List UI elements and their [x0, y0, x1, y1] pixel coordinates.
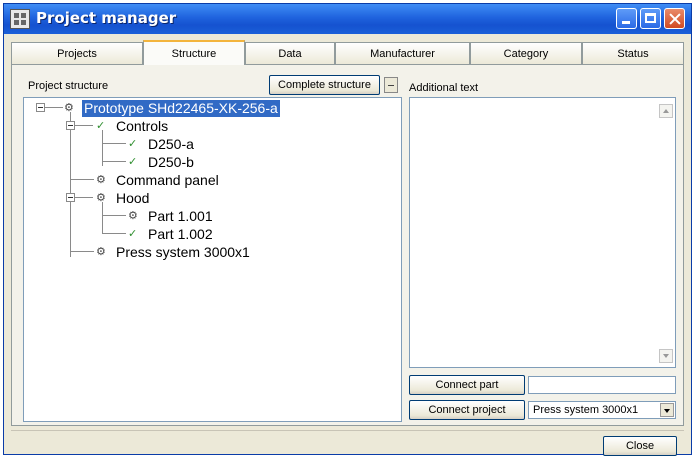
tree-connector [70, 251, 94, 252]
tree-node-d250-b[interactable]: D250-b [148, 154, 194, 171]
tree-connector [45, 107, 63, 108]
gear-icon: ⚙ [96, 191, 106, 204]
gear-icon: ⚙ [128, 209, 138, 222]
hood-expander[interactable] [66, 193, 75, 202]
window-title: Project manager [36, 9, 177, 27]
connect-project-value: Press system 3000x1 [533, 404, 639, 416]
tab-category[interactable]: Category [470, 42, 582, 64]
tab-structure[interactable]: Structure [143, 40, 245, 65]
tab-bar: Projects Structure Data Manufacturer Cat… [11, 40, 684, 65]
additional-text-area[interactable] [409, 97, 676, 368]
tree-connector [70, 179, 94, 180]
controls-expander[interactable] [66, 121, 75, 130]
scroll-down-button[interactable] [659, 349, 673, 363]
tree-node-part-1002[interactable]: Part 1.002 [148, 226, 213, 243]
check-icon: ✓ [128, 227, 138, 240]
app-icon [10, 9, 30, 29]
maximize-button[interactable] [640, 8, 661, 29]
close-window-button[interactable] [664, 8, 685, 29]
tree-connector [70, 112, 71, 257]
tab-manufacturer[interactable]: Manufacturer [335, 42, 470, 64]
tree-node-part-1001[interactable]: Part 1.001 [148, 208, 213, 225]
check-icon: ✓ [96, 119, 106, 132]
tree-connector [102, 202, 103, 234]
tree-node-controls[interactable]: Controls [116, 118, 168, 135]
tab-projects[interactable]: Projects [11, 42, 143, 64]
project-tree[interactable]: ⚙ Prototype SHd22465-XK-256-a ✓ Controls… [23, 97, 402, 422]
tree-connector [75, 125, 93, 126]
footer-divider [11, 430, 684, 431]
tree-connector [102, 215, 126, 216]
check-icon: ✓ [128, 137, 138, 150]
chevron-down-icon[interactable] [660, 403, 674, 417]
project-structure-label: Project structure [28, 80, 109, 92]
connect-part-field[interactable] [528, 376, 676, 394]
tree-connector [102, 143, 126, 144]
complete-structure-button[interactable]: Complete structure [269, 75, 380, 95]
tree-node-command-panel[interactable]: Command panel [116, 172, 219, 189]
assembly-icon: ⚙ [96, 245, 106, 258]
tab-data[interactable]: Data [245, 42, 335, 64]
gear-icon: ⚙ [96, 173, 106, 186]
close-button[interactable]: Close [603, 436, 677, 456]
title-bar[interactable]: Project manager [4, 4, 691, 34]
assembly-icon: ⚙ [64, 101, 74, 114]
connect-part-button[interactable]: Connect part [409, 375, 525, 395]
minimize-button[interactable] [616, 8, 637, 29]
scroll-up-button[interactable] [659, 104, 673, 118]
connect-project-button[interactable]: Connect project [409, 400, 525, 420]
root-expander[interactable] [36, 103, 45, 112]
check-icon: ✓ [128, 155, 138, 168]
tab-status[interactable]: Status [582, 42, 684, 64]
additional-text-label: Additional text [409, 82, 479, 94]
tree-node-hood[interactable]: Hood [116, 190, 149, 207]
tree-node-d250-a[interactable]: D250-a [148, 136, 194, 153]
tree-node-prototype[interactable]: Prototype SHd22465-XK-256-a [82, 100, 280, 117]
tree-connector [75, 197, 93, 198]
project-manager-window: Project manager Projects Structure Data … [3, 3, 692, 456]
tree-node-press-system[interactable]: Press system 3000x1 [116, 244, 250, 261]
tree-connector [102, 161, 126, 162]
collapse-button[interactable] [384, 77, 398, 93]
connect-project-select[interactable]: Press system 3000x1 [528, 401, 676, 419]
tree-connector [102, 233, 126, 234]
